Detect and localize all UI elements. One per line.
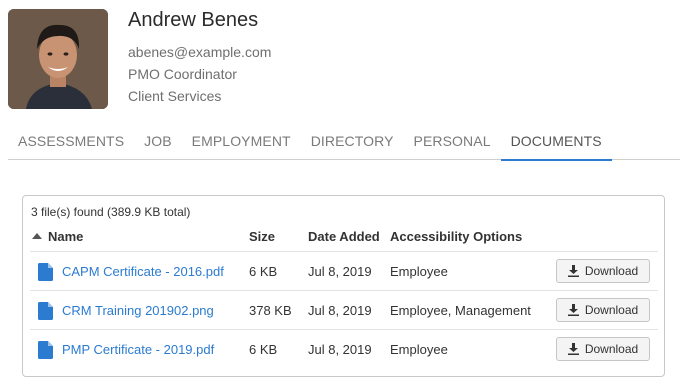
tab-assessments[interactable]: ASSESSMENTS bbox=[8, 127, 134, 159]
employee-email: abenes@example.com bbox=[128, 44, 272, 60]
file-icon bbox=[38, 263, 53, 281]
files-summary: 3 file(s) found (389.9 KB total) bbox=[31, 205, 191, 219]
download-button[interactable]: Download bbox=[556, 337, 650, 361]
profile-header: Andrew Benes abenes@example.com PMO Coor… bbox=[8, 9, 271, 109]
file-name-link[interactable]: CAPM Certificate - 2016.pdf bbox=[62, 264, 224, 279]
file-icon bbox=[38, 302, 53, 320]
profile-info: Andrew Benes abenes@example.com PMO Coor… bbox=[128, 9, 271, 109]
tab-personal[interactable]: PERSONAL bbox=[404, 127, 501, 159]
tab-documents[interactable]: DOCUMENTS bbox=[500, 127, 612, 161]
file-size: 378 KB bbox=[249, 303, 292, 318]
file-name-link[interactable]: PMP Certificate - 2019.pdf bbox=[62, 342, 214, 357]
sort-ascending-icon[interactable] bbox=[32, 233, 42, 239]
employee-title: PMO Coordinator bbox=[128, 66, 237, 82]
avatar bbox=[8, 9, 108, 109]
tab-employment[interactable]: EMPLOYMENT bbox=[182, 127, 301, 159]
file-date-added: Jul 8, 2019 bbox=[308, 342, 372, 357]
file-name-link[interactable]: CRM Training 201902.png bbox=[62, 303, 214, 318]
download-button-label: Download bbox=[584, 342, 639, 356]
download-button[interactable]: Download bbox=[556, 298, 650, 322]
column-header-name[interactable]: Name bbox=[48, 229, 83, 244]
file-size: 6 KB bbox=[249, 342, 278, 357]
table-row: PMP Certificate - 2019.pdf 6 KB Jul 8, 2… bbox=[30, 329, 658, 369]
file-date-added: Jul 8, 2019 bbox=[308, 264, 372, 279]
tab-directory[interactable]: DIRECTORY bbox=[301, 127, 404, 159]
download-button[interactable]: Download bbox=[556, 259, 650, 283]
file-accessibility: Employee bbox=[390, 264, 448, 279]
file-size: 6 KB bbox=[249, 264, 278, 279]
download-icon bbox=[567, 265, 579, 277]
file-accessibility: Employee bbox=[390, 342, 448, 357]
column-header-date-added[interactable]: Date Added bbox=[308, 229, 380, 244]
file-icon bbox=[38, 341, 53, 359]
download-icon bbox=[567, 343, 579, 355]
tab-job[interactable]: JOB bbox=[134, 127, 182, 159]
employee-department: Client Services bbox=[128, 88, 222, 104]
documents-panel: 3 file(s) found (389.9 KB total) Name Si… bbox=[22, 195, 665, 377]
table-row: CAPM Certificate - 2016.pdf 6 KB Jul 8, … bbox=[30, 251, 658, 291]
table-row: CRM Training 201902.png 378 KB Jul 8, 20… bbox=[30, 290, 658, 330]
download-icon bbox=[567, 304, 579, 316]
profile-tabs: ASSESSMENTS JOB EMPLOYMENT DIRECTORY PER… bbox=[8, 127, 680, 161]
column-header-size[interactable]: Size bbox=[249, 229, 275, 244]
file-accessibility: Employee, Management bbox=[390, 303, 531, 318]
download-button-label: Download bbox=[584, 303, 639, 317]
download-button-label: Download bbox=[584, 264, 639, 278]
column-header-accessibility[interactable]: Accessibility Options bbox=[390, 229, 522, 244]
employee-name: Andrew Benes bbox=[128, 9, 259, 31]
file-date-added: Jul 8, 2019 bbox=[308, 303, 372, 318]
